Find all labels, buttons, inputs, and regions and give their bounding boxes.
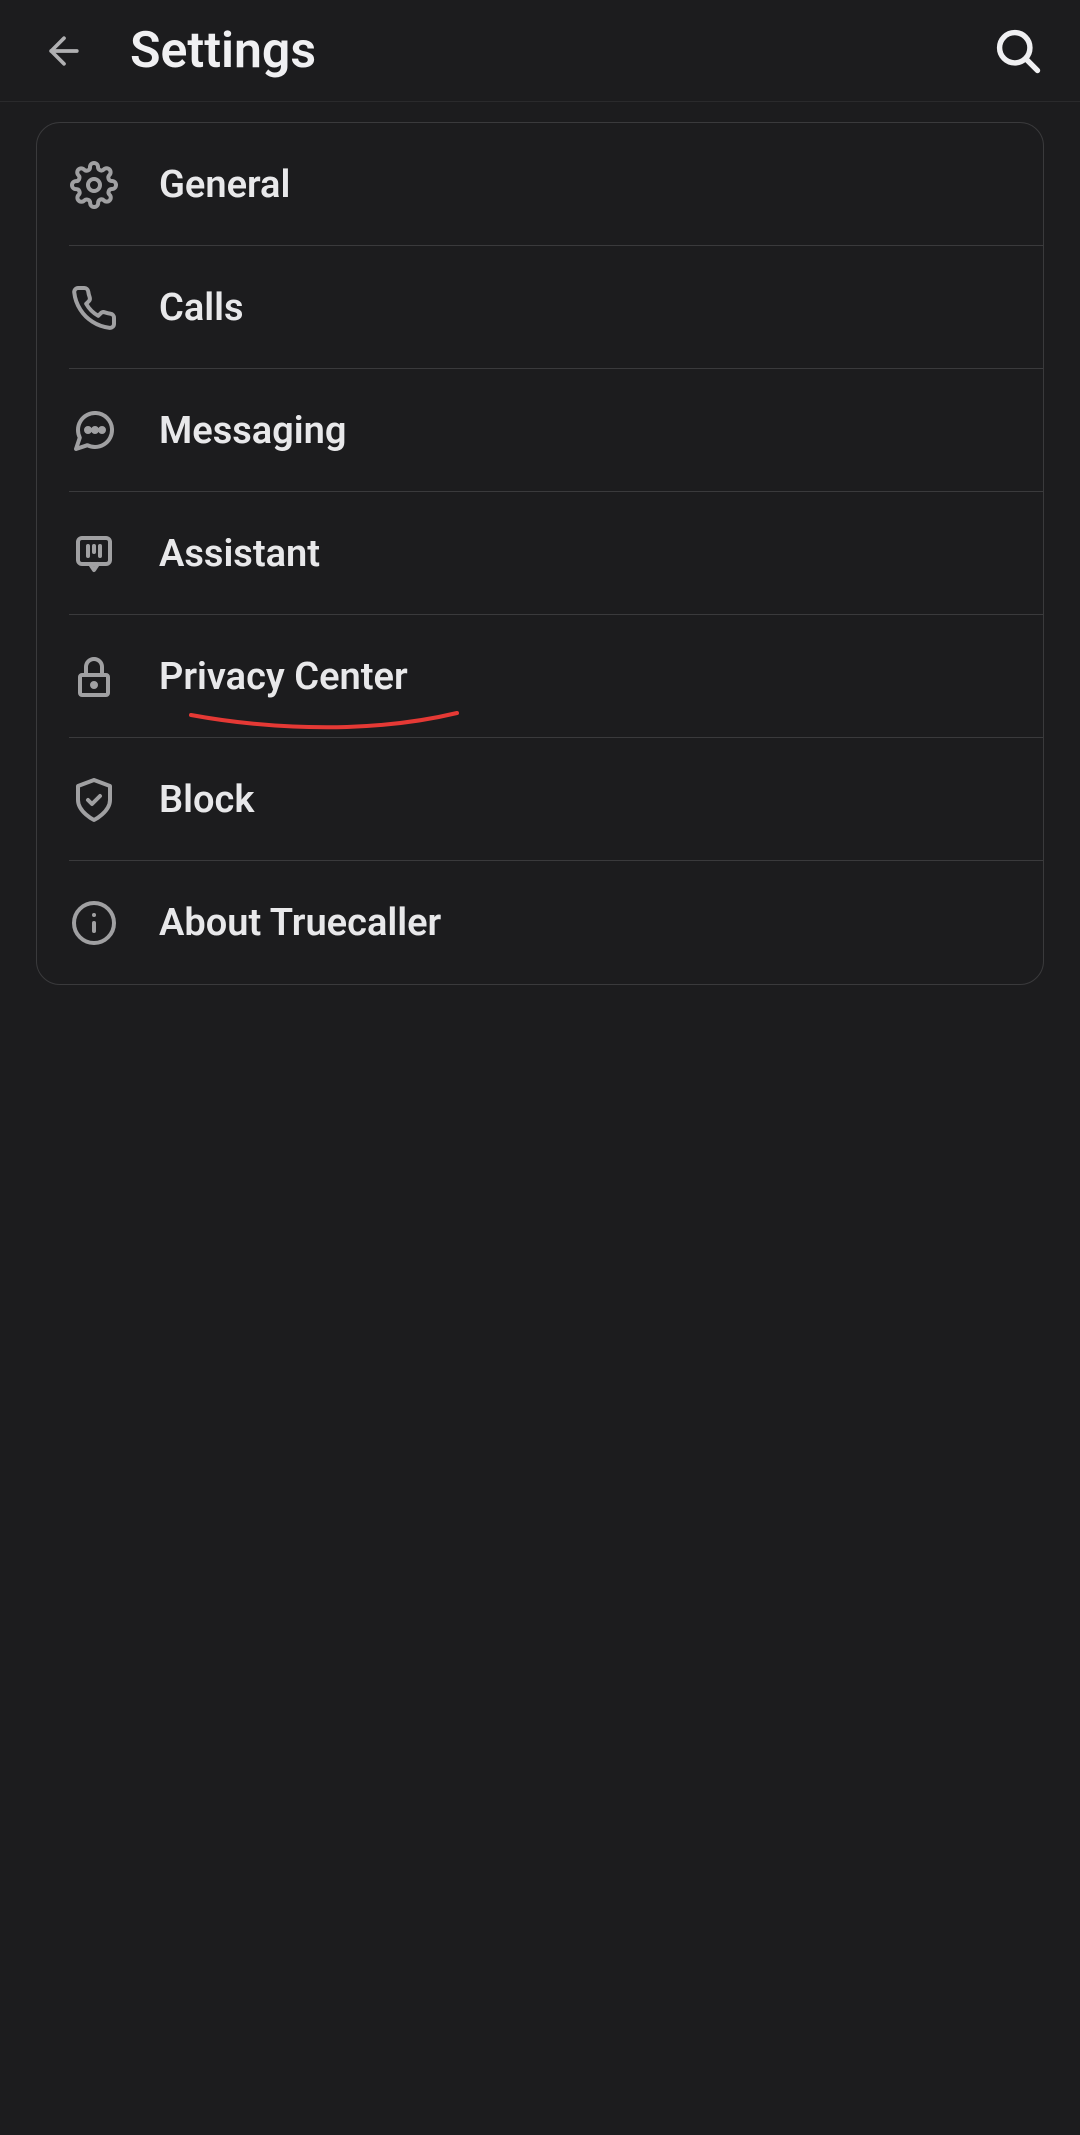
back-button[interactable] [40,27,88,75]
settings-item-label: Calls [159,286,244,330]
lock-icon [69,652,119,702]
settings-item-block[interactable]: Block [37,738,1043,861]
settings-item-general[interactable]: General [37,123,1043,246]
settings-item-label: Block [159,778,254,822]
gear-icon [69,160,119,210]
settings-item-messaging[interactable]: Messaging [37,369,1043,492]
phone-icon [69,283,119,333]
annotation-underline [187,709,467,733]
page-title: Settings [130,22,990,80]
info-icon [69,898,119,948]
settings-item-calls[interactable]: Calls [37,246,1043,369]
settings-item-privacy-center[interactable]: Privacy Center [37,615,1043,738]
search-icon [992,25,1044,77]
arrow-left-icon [42,29,86,73]
settings-item-about[interactable]: About Truecaller [37,861,1043,984]
settings-list: General Calls Messaging [36,122,1044,985]
chat-icon [69,406,119,456]
shield-check-icon [69,775,119,825]
settings-item-label: Messaging [159,409,347,453]
settings-item-label: Privacy Center [159,655,408,699]
assistant-icon [69,529,119,579]
header-bar: Settings [0,0,1080,102]
search-button[interactable] [990,23,1046,79]
settings-item-label: General [159,163,290,207]
content-area: General Calls Messaging [0,102,1080,1005]
settings-item-label: Assistant [159,532,320,576]
settings-item-label: About Truecaller [159,901,441,945]
settings-item-assistant[interactable]: Assistant [37,492,1043,615]
